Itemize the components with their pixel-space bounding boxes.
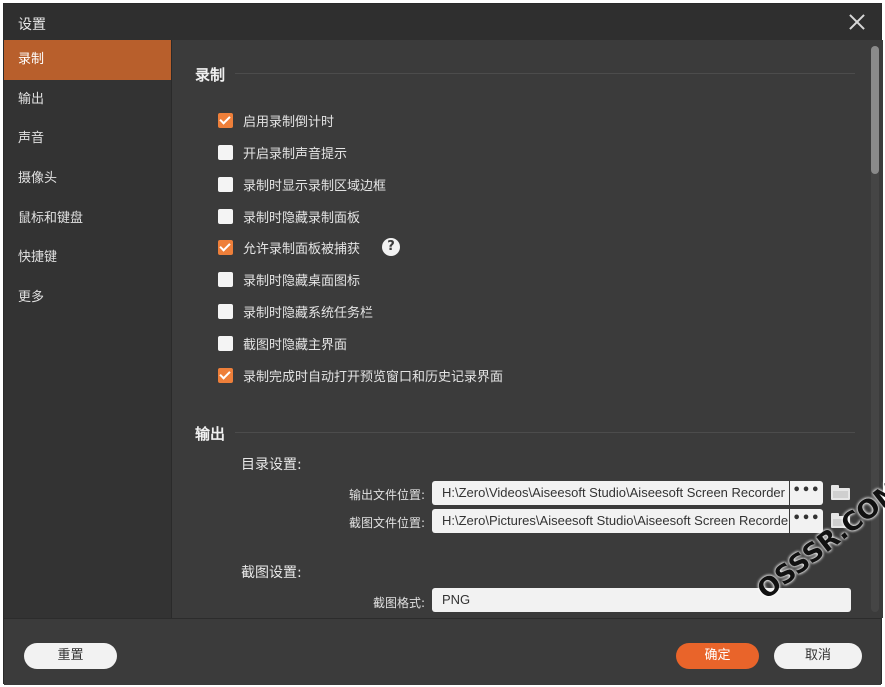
screenshot-settings-heading: 截图设置: — [241, 565, 302, 581]
directory-settings-heading: 目录设置: — [241, 457, 302, 473]
option-checkbox[interactable] — [218, 144, 233, 160]
sidebar-item-camera[interactable]: 摄像头 — [4, 159, 171, 199]
close-icon[interactable] — [847, 12, 867, 32]
option-checkbox[interactable] — [218, 112, 233, 128]
footer: 重置 确定 取消 — [4, 618, 881, 685]
output-section-title: 输出 — [195, 425, 226, 443]
scrollbar-thumb[interactable] — [871, 46, 879, 174]
option-checkbox[interactable] — [218, 176, 233, 192]
option-label: 截图时隐藏主界面 — [243, 337, 348, 353]
title-bar: 设置 — [4, 4, 881, 40]
option-row: 开启录制声音提示 — [218, 143, 348, 162]
screenshot-folder-label: 截图文件位置: — [348, 516, 425, 530]
option-label: 录制时隐藏桌面图标 — [243, 273, 361, 289]
output-browse-button[interactable]: ••• — [790, 481, 823, 505]
screenshot-format-label: 截图格式: — [372, 596, 425, 610]
option-row: 录制完成时自动打开预览窗口和历史记录界面 — [218, 366, 504, 385]
option-label: 开启录制声音提示 — [243, 146, 348, 162]
option-checkbox[interactable] — [218, 303, 233, 319]
option-checkbox[interactable] — [218, 208, 233, 224]
window-title: 设置 — [18, 17, 46, 33]
option-checkbox[interactable] — [218, 271, 233, 287]
option-label: 录制完成时自动打开预览窗口和历史记录界面 — [243, 369, 504, 385]
option-label: 录制时隐藏系统任务栏 — [243, 305, 374, 321]
option-row: 录制时显示录制区域边框 — [218, 175, 387, 194]
option-checkbox[interactable] — [218, 239, 233, 255]
scrollbar[interactable] — [871, 46, 879, 612]
sidebar: 录制 输出 声音 摄像头 鼠标和键盘 快捷键 更多 — [4, 40, 172, 618]
sidebar-item-more[interactable]: 更多 — [4, 278, 171, 318]
settings-content: 录制 启用录制倒计时 开启录制声音提示 录制时显示录制区域边框 录制时隐藏录制面… — [173, 40, 883, 618]
option-label: 允许录制面板被捕获 — [243, 241, 361, 257]
option-label: 录制时隐藏录制面板 — [243, 210, 361, 226]
output-folder-field[interactable]: H:\Zero\Videos\Aiseesoft Studio\Aiseesof… — [432, 481, 789, 505]
screenshot-folder-icon[interactable] — [831, 513, 851, 529]
option-checkbox[interactable] — [218, 335, 233, 351]
sidebar-item-mouse-keyboard[interactable]: 鼠标和键盘 — [4, 199, 171, 239]
option-row: 允许录制面板被捕获 ? — [218, 238, 401, 257]
ok-button[interactable]: 确定 — [676, 643, 759, 669]
settings-window: 设置 录制 输出 声音 摄像头 鼠标和键盘 快捷键 更多 录制 启用录制倒计时 … — [3, 3, 883, 685]
output-folder-icon[interactable] — [831, 485, 851, 501]
reset-button[interactable]: 重置 — [24, 643, 117, 669]
recording-section-title: 录制 — [195, 66, 226, 84]
section-divider — [235, 73, 855, 74]
sidebar-item-recording[interactable]: 录制 — [4, 40, 171, 80]
option-label: 录制时显示录制区域边框 — [243, 178, 387, 194]
output-folder-label: 输出文件位置: — [348, 488, 425, 502]
sidebar-item-output[interactable]: 输出 — [4, 80, 171, 120]
option-row: 录制时隐藏系统任务栏 — [218, 302, 374, 321]
sidebar-item-sound[interactable]: 声音 — [4, 119, 171, 159]
option-label: 启用录制倒计时 — [243, 114, 335, 130]
option-row: 截图时隐藏主界面 — [218, 334, 348, 353]
option-checkbox[interactable] — [218, 367, 233, 383]
section-divider — [235, 432, 855, 433]
option-row: 录制时隐藏录制面板 — [218, 207, 361, 226]
help-icon[interactable]: ? — [382, 238, 401, 256]
option-row: 启用录制倒计时 — [218, 111, 335, 130]
option-row: 录制时隐藏桌面图标 — [218, 270, 361, 289]
screenshot-browse-button[interactable]: ••• — [790, 509, 823, 533]
screenshot-format-select[interactable]: PNG — [432, 588, 851, 612]
cancel-button[interactable]: 取消 — [774, 643, 862, 669]
screenshot-folder-field[interactable]: H:\Zero\Pictures\Aiseesoft Studio\Aisees… — [432, 509, 789, 533]
sidebar-item-hotkeys[interactable]: 快捷键 — [4, 238, 171, 278]
